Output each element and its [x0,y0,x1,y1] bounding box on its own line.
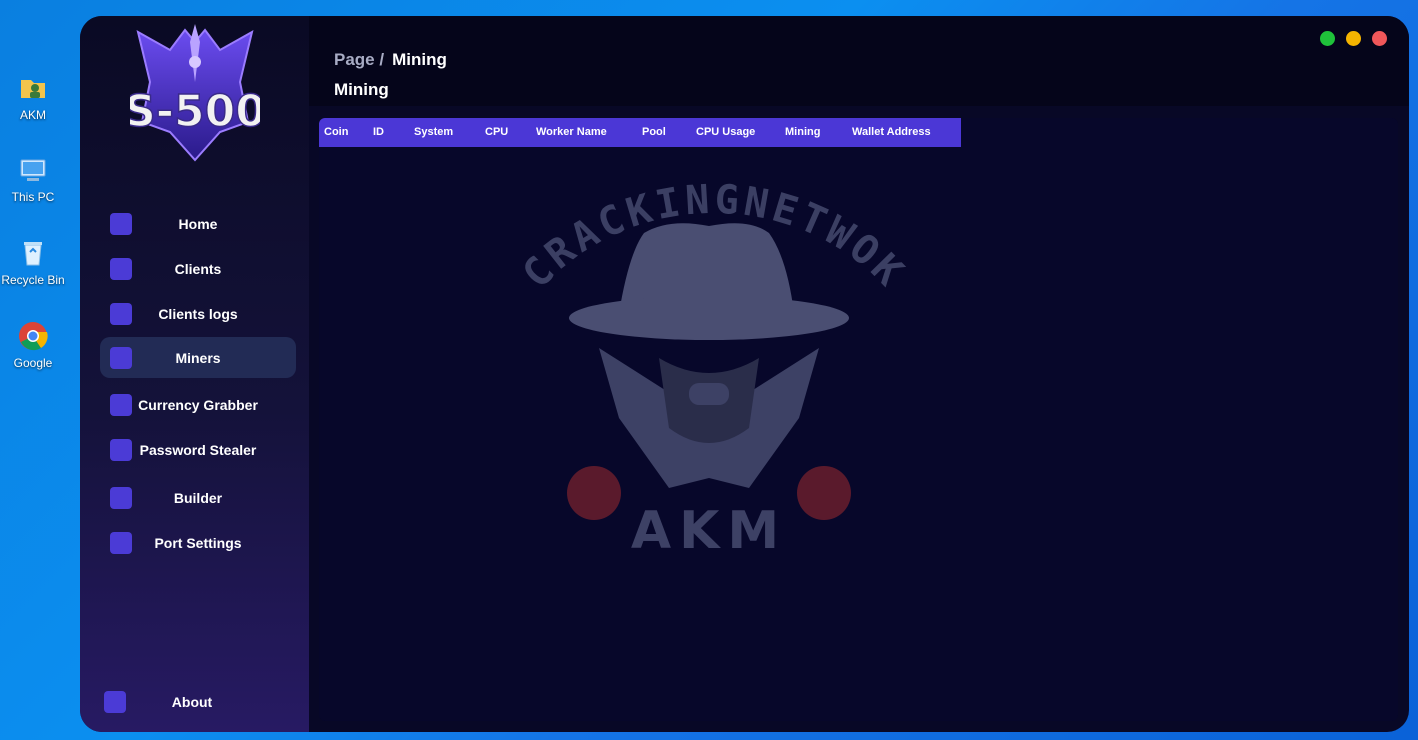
users-icon [110,258,132,280]
user-log-icon [110,303,132,325]
recycle-bin-icon [17,237,49,269]
computer-icon [17,154,49,186]
port-icon [110,532,132,554]
desktop-icon-label: AKM [19,108,46,122]
desktop-icon-akm[interactable]: AKM [0,72,66,122]
close-button[interactable] [1372,31,1387,46]
logo-text: S-500 [130,86,260,137]
desktop-icon-google[interactable]: Google [0,320,66,370]
user-folder-icon [17,72,49,104]
table-header: Coin ID System CPU Worker Name Pool CPU … [319,118,961,147]
key-icon [110,439,132,461]
chrome-icon [17,320,49,352]
sidebar: S-500 Home Clients Clients logs Miners C… [80,16,309,732]
sidebar-item-miners[interactable]: Miners [100,337,296,378]
minimize-button[interactable] [1346,31,1361,46]
sidebar-item-home[interactable]: Home [100,204,296,244]
page-header: Page / Mining Mining [309,16,1409,106]
desktop-icon-label: This PC [11,190,55,204]
app-logo: S-500 [123,22,267,168]
watermark-logo: CRACKINGNETWOK AKM [469,158,959,578]
builder-icon [110,487,132,509]
pickaxe-icon [110,346,132,369]
column-header-worker-name[interactable]: Worker Name [536,126,607,138]
app-window: S-500 Home Clients Clients logs Miners C… [80,16,1409,732]
home-icon [110,213,132,235]
sidebar-item-clients[interactable]: Clients [100,249,296,289]
sidebar-item-about[interactable]: About [94,682,290,722]
miners-table-panel: CRACKINGNETWOK AKM Coin ID System CPU Wo… [319,118,1398,721]
desktop-icon-recycle-bin[interactable]: Recycle Bin [0,237,66,287]
sidebar-item-builder[interactable]: Builder [100,478,296,518]
page-title: Mining [334,80,389,99]
column-header-mining[interactable]: Mining [785,126,820,138]
user-icon [104,691,126,713]
column-header-id[interactable]: ID [373,126,384,138]
breadcrumb-current: Mining [392,50,447,69]
column-header-system[interactable]: System [414,126,453,138]
watermark-bottom-text: AKM [631,501,787,561]
wallet-icon [110,394,132,416]
column-header-wallet-address[interactable]: Wallet Address [852,126,931,138]
desktop-icon-label: Google [13,356,53,370]
column-header-pool[interactable]: Pool [642,126,666,138]
breadcrumb: Page / Mining [334,50,447,70]
maximize-button[interactable] [1320,31,1335,46]
sidebar-item-currency-grabber[interactable]: Currency Grabber [100,385,296,425]
column-header-cpu[interactable]: CPU [485,126,508,138]
desktop-icon-label: Recycle Bin [1,273,65,287]
sidebar-item-port-settings[interactable]: Port Settings [100,523,296,563]
desktop-icon-this-pc[interactable]: This PC [0,154,66,204]
column-header-cpu-usage[interactable]: CPU Usage [696,126,755,138]
column-header-coin[interactable]: Coin [324,126,348,138]
sidebar-item-password-stealer[interactable]: Password Stealer [100,430,296,470]
window-controls [1320,31,1387,46]
sidebar-item-clients-logs[interactable]: Clients logs [100,294,296,334]
breadcrumb-page[interactable]: Page / [334,50,384,69]
